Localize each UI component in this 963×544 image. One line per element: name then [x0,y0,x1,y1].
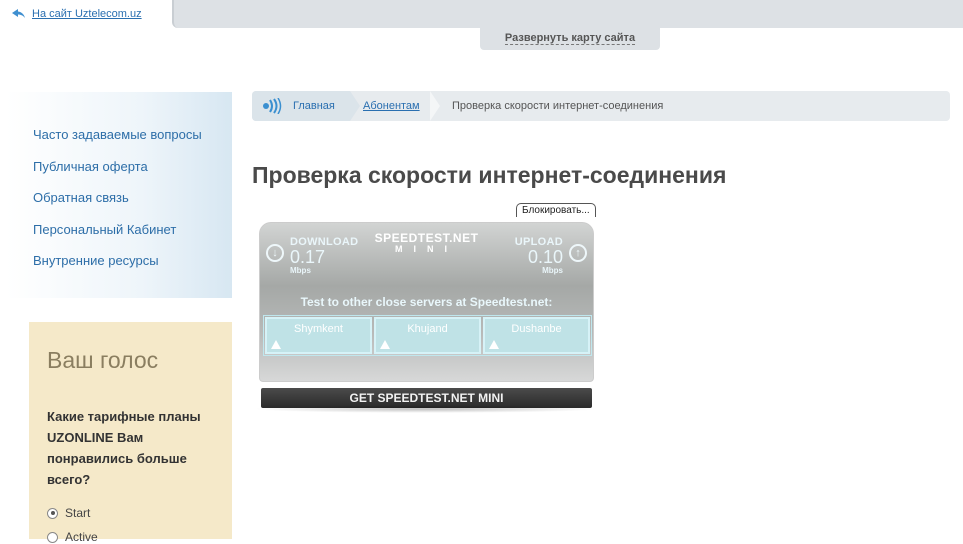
breadcrumb-home-label[interactable]: Главная [293,100,335,112]
breadcrumb-separator [430,91,440,121]
poll-option-label: Active [65,530,98,544]
server-button-khujand[interactable]: Khujand [374,317,481,354]
server-button-dushanbe[interactable]: Dushanbe [483,317,590,354]
radio-selected-icon[interactable] [47,507,58,519]
sitemap-toggle-label[interactable]: Развернуть карту сайта [504,32,636,45]
breadcrumb-home[interactable]: Главная [252,91,350,121]
uztelecom-wave-icon [263,98,282,114]
back-link-label: На сайт Uztelecom.uz [32,8,142,20]
poll-widget: Ваш голос Какие тарифные планы UZONLINE … [29,322,232,544]
upload-readout: UPLOAD 0.10 Mbps [515,236,563,275]
breadcrumb-section[interactable]: Абонентам [363,100,420,112]
page-title: Проверка скорости интернет-соединения [252,162,727,188]
poll-option-start[interactable]: Start [47,506,90,520]
poll-title: Ваш голос [47,347,159,373]
breadcrumb-current: Проверка скорости интернет-соединения [452,100,664,112]
triangle-up-icon [271,340,281,349]
servers-caption: Test to other close servers at Speedtest… [300,295,553,309]
block-plugin-tooltip[interactable]: Блокировать... [516,203,596,217]
breadcrumb-separator [350,91,360,121]
sidebar-nav: Часто задаваемые вопросы Публичная оферт… [6,92,232,298]
sidebar-item-personal-cabinet[interactable]: Персональный Кабинет [33,222,202,254]
sidebar-item-feedback[interactable]: Обратная связь [33,190,202,222]
server-button-shymkent[interactable]: Shymkent [265,317,372,354]
sidebar-item-offer[interactable]: Публичная оферта [33,159,202,191]
widget-shadow [253,405,600,413]
upload-unit: Mbps [542,266,563,275]
speedtest-widget: ↓ DOWNLOAD 0.17 Mbps SPEEDTEST.NET MINI … [253,222,600,414]
sidebar-item-faq[interactable]: Часто задаваемые вопросы [33,127,202,159]
triangle-up-icon [489,340,499,349]
poll-question: Какие тарифные планы UZONLINE Вам понрав… [47,409,201,487]
sitemap-toggle-tab[interactable]: Развернуть карту сайта [480,28,660,50]
server-name: Shymkent [294,323,343,335]
back-to-site-link[interactable]: На сайт Uztelecom.uz [12,8,142,20]
radio-unselected-icon[interactable] [47,531,58,543]
download-unit: Mbps [290,266,311,275]
poll-option-active[interactable]: Active [47,530,98,544]
breadcrumb: Главная Абонентам Проверка скорости инте… [252,91,950,121]
upload-arrow-icon: ↑ [569,244,587,262]
sidebar-item-internal-resources[interactable]: Внутренние ресурсы [33,253,202,285]
top-band [172,0,963,28]
top-left-area: На сайт Uztelecom.uz [0,0,172,28]
upload-value: 0.10 [527,247,563,267]
speedtest-panel: ↓ DOWNLOAD 0.17 Mbps SPEEDTEST.NET MINI … [259,222,594,382]
back-arrow-icon [12,9,25,18]
triangle-up-icon [380,340,390,349]
server-list: Shymkent Khujand Dushanbe [263,315,592,356]
server-name: Khujand [407,323,448,335]
server-name: Dushanbe [511,323,562,335]
poll-option-label: Start [65,506,91,520]
